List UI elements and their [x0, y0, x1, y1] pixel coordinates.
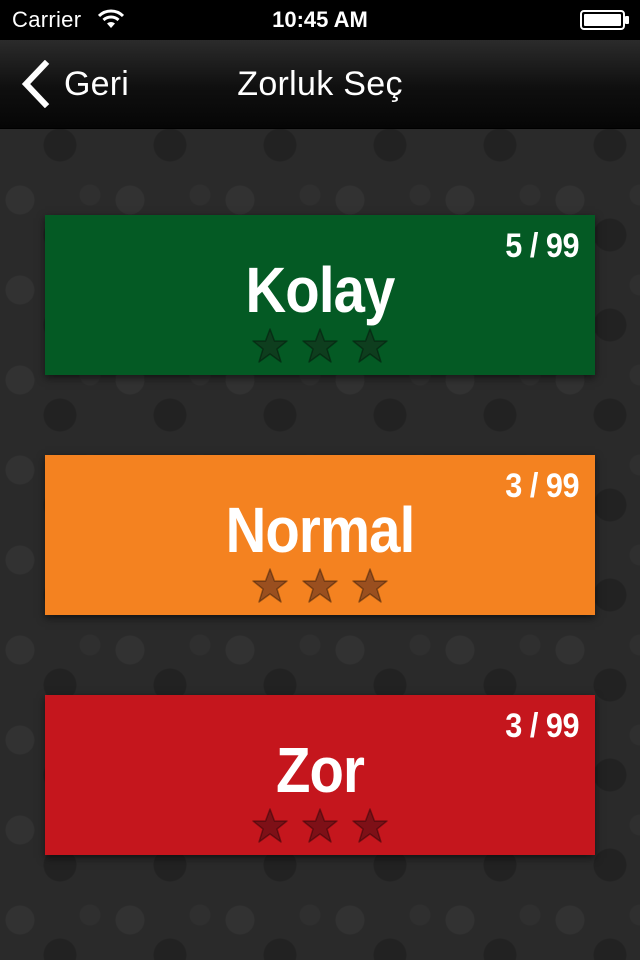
- level-card-zor[interactable]: 3 / 99 Zor: [45, 695, 595, 855]
- star-empty-icon: [302, 808, 338, 843]
- star-empty-icon: [352, 808, 388, 843]
- status-time: 10:45 AM: [272, 7, 368, 32]
- battery-full-icon: [580, 10, 629, 30]
- star-empty-icon: [252, 808, 288, 843]
- star-rating: [45, 807, 595, 845]
- level-title: Zor: [275, 734, 365, 806]
- star-rating: [45, 567, 595, 605]
- star-empty-icon: [252, 328, 288, 363]
- star-empty-icon: [352, 328, 388, 363]
- page-title: Zorluk Seç: [237, 65, 403, 103]
- level-title: Kolay: [245, 254, 396, 326]
- star-empty-icon: [352, 568, 388, 603]
- status-bar: Carrier 10:45 AM: [0, 0, 640, 40]
- star-empty-icon: [302, 328, 338, 363]
- star-empty-icon: [302, 568, 338, 603]
- navigation-bar: Geri Zorluk Seç: [0, 40, 640, 129]
- level-card-kolay[interactable]: 5 / 99 Kolay: [45, 215, 595, 375]
- level-card-normal[interactable]: 3 / 99 Normal: [45, 455, 595, 615]
- star-empty-icon: [252, 568, 288, 603]
- level-title: Normal: [225, 494, 416, 566]
- star-rating: [45, 327, 595, 365]
